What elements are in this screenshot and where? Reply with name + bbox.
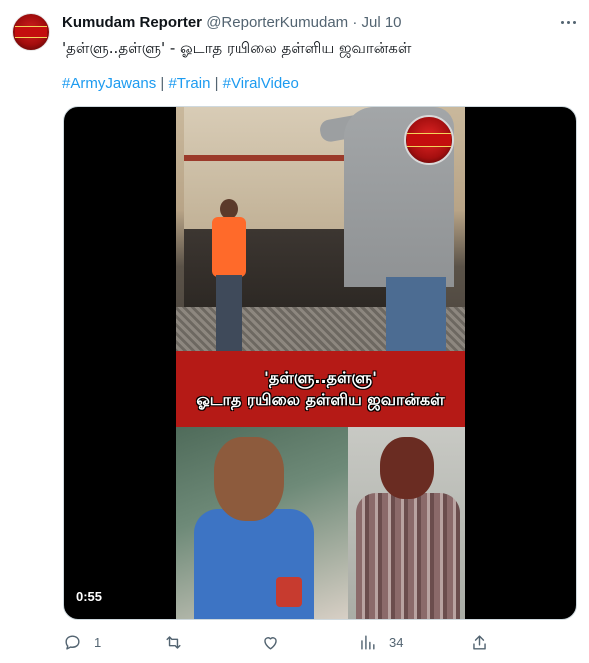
video-duration: 0:55	[76, 589, 103, 604]
video-title-banner: 'தள்ளு..தள்ளு' ஓடாத ரயிலை தள்ளிய ஜவான்கள…	[176, 351, 465, 427]
author-name[interactable]: Kumudam Reporter	[62, 14, 202, 31]
like-button[interactable]	[261, 632, 292, 652]
retweet-icon	[166, 635, 181, 649]
reply-icon	[65, 634, 80, 650]
hashtag-separator: |	[160, 75, 165, 92]
hashtag-train[interactable]: #Train	[168, 75, 210, 92]
tweet-card[interactable]: Kumudam Reporter @ReporterKumudam · Jul …	[0, 0, 589, 663]
views-button[interactable]: 34	[358, 632, 403, 652]
reaction-panels	[176, 427, 465, 619]
header-separator: ·	[352, 14, 358, 31]
author-handle[interactable]: @ReporterKumudam	[206, 14, 348, 31]
banner-line-2: ஓடாத ரயிலை தள்ளிய ஜவான்கள்	[196, 390, 445, 409]
tweet-text: 'தள்ளு..தள்ளு' - ஓடாத ரயிலை தள்ளிய ஜவான்…	[62, 39, 412, 57]
author-avatar[interactable]	[12, 13, 50, 51]
reaction-panel-right	[348, 427, 465, 619]
worker-figure	[206, 199, 252, 365]
video-player[interactable]: 'தள்ளு..தள்ளு' ஓடாத ரயிலை தள்ளிய ஜவான்கள…	[63, 106, 577, 620]
reply-button[interactable]: 1	[63, 632, 101, 652]
channel-logo-icon	[404, 115, 454, 165]
views-icon	[361, 634, 375, 650]
reply-count: 1	[94, 634, 102, 650]
heart-icon	[264, 636, 277, 650]
hashtag-row: #ArmyJawans | #Train | #ViralVideo	[62, 74, 299, 94]
more-options-icon[interactable]	[557, 12, 579, 32]
kumudam-logo-icon	[15, 26, 47, 38]
banner-line-1: 'தள்ளு..தள்ளு'	[264, 368, 377, 387]
action-bar: 1 34	[0, 630, 589, 654]
share-button[interactable]	[470, 632, 489, 652]
retweet-button[interactable]	[164, 632, 195, 652]
share-icon	[473, 634, 486, 650]
tweet-date[interactable]: Jul 10	[362, 14, 402, 31]
video-frame: 'தள்ளு..தள்ளு' ஓடாத ரயிலை தள்ளிய ஜவான்கள…	[176, 107, 465, 619]
reaction-panel-left	[176, 427, 348, 619]
hashtag-separator: |	[214, 75, 219, 92]
views-count: 34	[389, 634, 404, 650]
tweet-header: Kumudam Reporter @ReporterKumudam · Jul …	[62, 13, 402, 33]
hashtag-viralvideo[interactable]: #ViralVideo	[223, 75, 299, 92]
hashtag-armyjawans[interactable]: #ArmyJawans	[62, 75, 156, 92]
train-scene	[176, 107, 465, 365]
